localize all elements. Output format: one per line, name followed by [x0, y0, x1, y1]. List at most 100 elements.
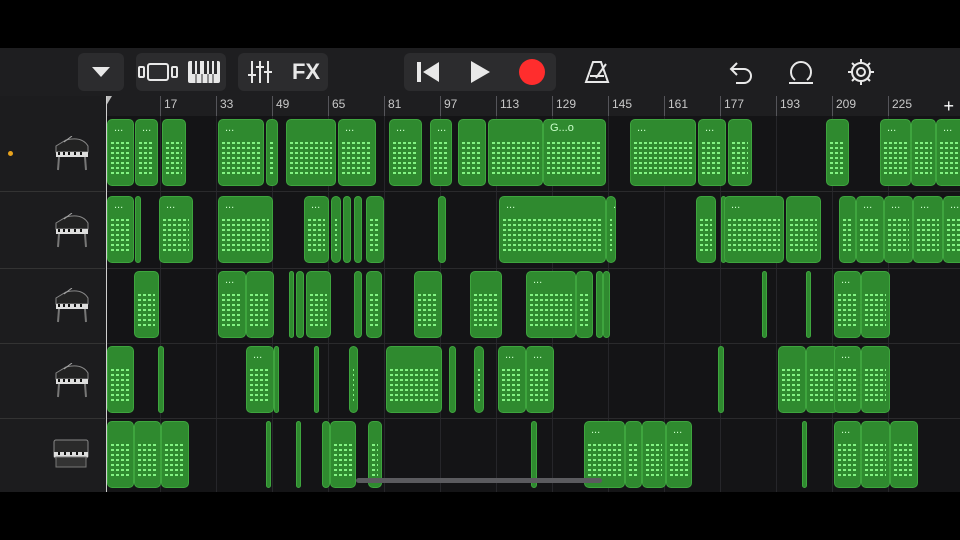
- midi-region[interactable]: [470, 271, 502, 338]
- midi-region[interactable]: [802, 421, 807, 488]
- midi-region[interactable]: ...: [135, 119, 158, 186]
- midi-region[interactable]: ...: [856, 196, 884, 263]
- track-header[interactable]: [0, 193, 105, 269]
- midi-region[interactable]: [861, 271, 890, 338]
- midi-region[interactable]: ...: [606, 196, 616, 263]
- midi-region[interactable]: [162, 119, 186, 186]
- midi-region[interactable]: [576, 271, 593, 338]
- midi-region[interactable]: [911, 119, 936, 186]
- midi-region[interactable]: [286, 119, 336, 186]
- midi-region[interactable]: ...: [936, 119, 960, 186]
- instrument-view-button[interactable]: [182, 53, 226, 91]
- midi-region[interactable]: [839, 196, 856, 263]
- tracks-dropdown-button[interactable]: [78, 53, 124, 91]
- midi-region[interactable]: [314, 346, 319, 413]
- midi-region[interactable]: [728, 119, 752, 186]
- loop-browser-button[interactable]: [778, 53, 824, 91]
- midi-region[interactable]: [266, 421, 271, 488]
- midi-region[interactable]: [296, 421, 301, 488]
- midi-region[interactable]: ...: [218, 119, 264, 186]
- midi-region[interactable]: [488, 119, 543, 186]
- midi-region[interactable]: ...: [526, 346, 554, 413]
- midi-region[interactable]: ...: [304, 196, 329, 263]
- track-lane[interactable]: ..................G...o...............: [106, 116, 960, 192]
- midi-region[interactable]: [354, 196, 362, 263]
- undo-button[interactable]: [718, 53, 764, 91]
- midi-region[interactable]: [331, 196, 341, 263]
- midi-region[interactable]: [107, 421, 134, 488]
- midi-region[interactable]: [762, 271, 767, 338]
- midi-region[interactable]: ...: [698, 119, 726, 186]
- midi-region[interactable]: [322, 421, 330, 488]
- midi-region[interactable]: [349, 346, 358, 413]
- playhead[interactable]: [106, 96, 107, 492]
- settings-button[interactable]: [838, 53, 884, 91]
- midi-region[interactable]: [778, 346, 806, 413]
- midi-region[interactable]: [266, 119, 278, 186]
- midi-region[interactable]: [158, 346, 164, 413]
- play-button[interactable]: [456, 53, 504, 91]
- add-track-button[interactable]: +: [943, 96, 954, 116]
- midi-region[interactable]: [386, 346, 442, 413]
- midi-region[interactable]: [696, 196, 716, 263]
- midi-region[interactable]: ...: [913, 196, 943, 263]
- midi-region[interactable]: ...: [107, 196, 134, 263]
- track-lane[interactable]: .......................................: [106, 193, 960, 269]
- midi-region[interactable]: [861, 346, 890, 413]
- midi-region[interactable]: ...: [389, 119, 422, 186]
- midi-region[interactable]: ...: [834, 346, 861, 413]
- midi-region[interactable]: [366, 271, 382, 338]
- midi-region[interactable]: ...: [884, 196, 913, 263]
- midi-region[interactable]: ...: [943, 196, 960, 263]
- midi-region[interactable]: ...: [526, 271, 576, 338]
- midi-region[interactable]: [642, 421, 666, 488]
- midi-region[interactable]: [354, 271, 362, 338]
- midi-region[interactable]: [438, 196, 446, 263]
- midi-region[interactable]: [107, 346, 134, 413]
- midi-region[interactable]: [625, 421, 642, 488]
- horizontal-scrollbar[interactable]: [356, 478, 602, 483]
- midi-region[interactable]: [306, 271, 331, 338]
- midi-region[interactable]: [296, 271, 304, 338]
- midi-region[interactable]: [861, 421, 890, 488]
- midi-region[interactable]: [474, 346, 484, 413]
- midi-region[interactable]: ...: [218, 271, 246, 338]
- track-header[interactable]: [0, 268, 105, 344]
- track-lane[interactable]: ............: [106, 343, 960, 419]
- midi-region[interactable]: ...: [218, 196, 273, 263]
- go-to-start-button[interactable]: [404, 53, 452, 91]
- midi-region[interactable]: [161, 421, 189, 488]
- midi-region[interactable]: [786, 196, 821, 263]
- midi-region[interactable]: [596, 271, 603, 338]
- midi-region[interactable]: [458, 119, 486, 186]
- midi-region[interactable]: [343, 196, 351, 263]
- midi-region[interactable]: [330, 421, 356, 488]
- view-toggle-button[interactable]: [136, 53, 180, 91]
- midi-region[interactable]: ...: [338, 119, 376, 186]
- mixer-button[interactable]: [238, 53, 282, 91]
- midi-region[interactable]: ...: [159, 196, 193, 263]
- midi-region[interactable]: ...: [498, 346, 526, 413]
- track-lane[interactable]: .........: [106, 268, 960, 344]
- midi-region[interactable]: [246, 271, 274, 338]
- midi-region[interactable]: ...: [880, 119, 911, 186]
- midi-region[interactable]: G...o: [543, 119, 606, 186]
- midi-region[interactable]: ...: [834, 271, 861, 338]
- fx-button[interactable]: FX: [284, 53, 328, 91]
- record-button[interactable]: [508, 53, 556, 91]
- midi-region[interactable]: [414, 271, 442, 338]
- midi-region[interactable]: [890, 421, 918, 488]
- midi-region[interactable]: [718, 346, 724, 413]
- midi-region[interactable]: [603, 271, 610, 338]
- midi-region[interactable]: ...: [724, 196, 784, 263]
- track-header[interactable]: [0, 418, 105, 492]
- midi-region[interactable]: [289, 271, 294, 338]
- midi-region[interactable]: [135, 196, 141, 263]
- midi-region[interactable]: [806, 271, 811, 338]
- midi-region[interactable]: ...: [107, 119, 134, 186]
- midi-region[interactable]: [134, 421, 161, 488]
- midi-region[interactable]: [449, 346, 456, 413]
- midi-region[interactable]: ...: [630, 119, 696, 186]
- midi-region[interactable]: [134, 271, 159, 338]
- midi-region[interactable]: ...: [499, 196, 606, 263]
